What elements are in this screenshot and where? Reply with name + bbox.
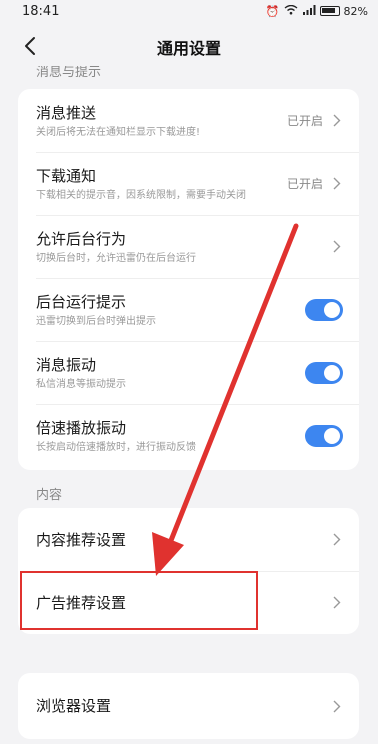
setting-row-background-prompt: 后台运行提示 迅雷切换到后台时弹出提示 (18, 278, 359, 341)
section-label-content: 内容 (36, 488, 63, 503)
alarm-icon: ⏰ (265, 4, 280, 18)
back-button[interactable] (18, 34, 42, 58)
chevron-right-icon (333, 533, 343, 547)
status-time: 18:41 (22, 3, 60, 19)
setting-title: 内容推荐设置 (36, 530, 127, 549)
status-label: 已开启 (286, 114, 323, 128)
setting-description: 长按启动倍速播放时，进行振动反馈 (36, 441, 196, 453)
annotation-highlight-box (20, 571, 258, 630)
section-label-messages: 消息与提示 (36, 66, 102, 80)
setting-row-content-recommendation[interactable]: 内容推荐设置 (18, 508, 359, 571)
chevron-right-icon (333, 699, 343, 713)
background-prompt-toggle[interactable] (305, 298, 343, 321)
signal-icon (302, 4, 316, 18)
setting-row-background-behavior[interactable]: 允许后台行为 切换后台时，允许迅雷仍在后台运行 (18, 215, 359, 278)
setting-description: 切换后台时，允许迅雷仍在后台运行 (36, 252, 196, 264)
setting-row-message-vibration: 消息振动 私信消息等振动提示 (18, 341, 359, 404)
messages-card: 消息推送 关闭后将无法在通知栏显示下载进度! 已开启 下载通知 下载相关的提示音… (18, 89, 359, 470)
setting-row-download-notification[interactable]: 下载通知 下载相关的提示音，因系统限制，需要手动关闭 已开启 (18, 152, 359, 215)
message-vibration-toggle[interactable] (305, 361, 343, 384)
setting-description: 私信消息等振动提示 (36, 378, 126, 390)
status-icons: ⏰ 82% (265, 4, 368, 18)
setting-title: 允许后台行为 (36, 229, 127, 248)
page-title: 通用设置 (156, 39, 221, 58)
status-bar: 18:41 ⏰ 82% (0, 0, 378, 22)
setting-title: 浏览器设置 (36, 697, 112, 715)
chevron-right-icon (333, 596, 343, 610)
chevron-right-icon (333, 240, 343, 254)
battery-icon (319, 6, 340, 16)
other-card: 浏览器设置 (18, 673, 359, 739)
setting-row-speed-vibration: 倍速播放振动 长按启动倍速播放时，进行振动反馈 (18, 404, 359, 467)
setting-description: 关闭后将无法在通知栏显示下载进度! (36, 126, 201, 138)
header: 通用设置 (0, 22, 378, 72)
setting-row-push[interactable]: 消息推送 关闭后将无法在通知栏显示下载进度! 已开启 (18, 89, 359, 152)
chevron-right-icon (333, 114, 343, 128)
speed-vibration-toggle[interactable] (305, 424, 343, 447)
wifi-icon (284, 4, 298, 18)
battery-percent: 82% (343, 4, 368, 18)
setting-description: 下载相关的提示音，因系统限制，需要手动关闭 (36, 189, 246, 201)
chevron-right-icon (333, 177, 343, 191)
setting-row-browser[interactable]: 浏览器设置 (18, 673, 359, 739)
chevron-left-icon (25, 37, 35, 55)
setting-description: 迅雷切换到后台时弹出提示 (36, 315, 156, 327)
status-label: 已开启 (286, 177, 323, 191)
